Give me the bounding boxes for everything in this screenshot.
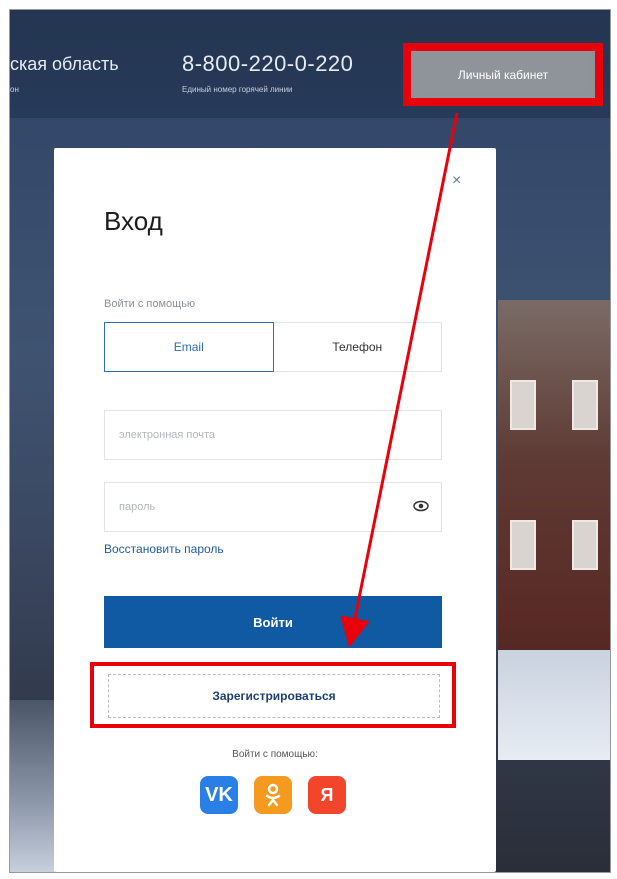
annotation-arrow xyxy=(340,112,459,648)
arrow-line xyxy=(340,112,459,648)
